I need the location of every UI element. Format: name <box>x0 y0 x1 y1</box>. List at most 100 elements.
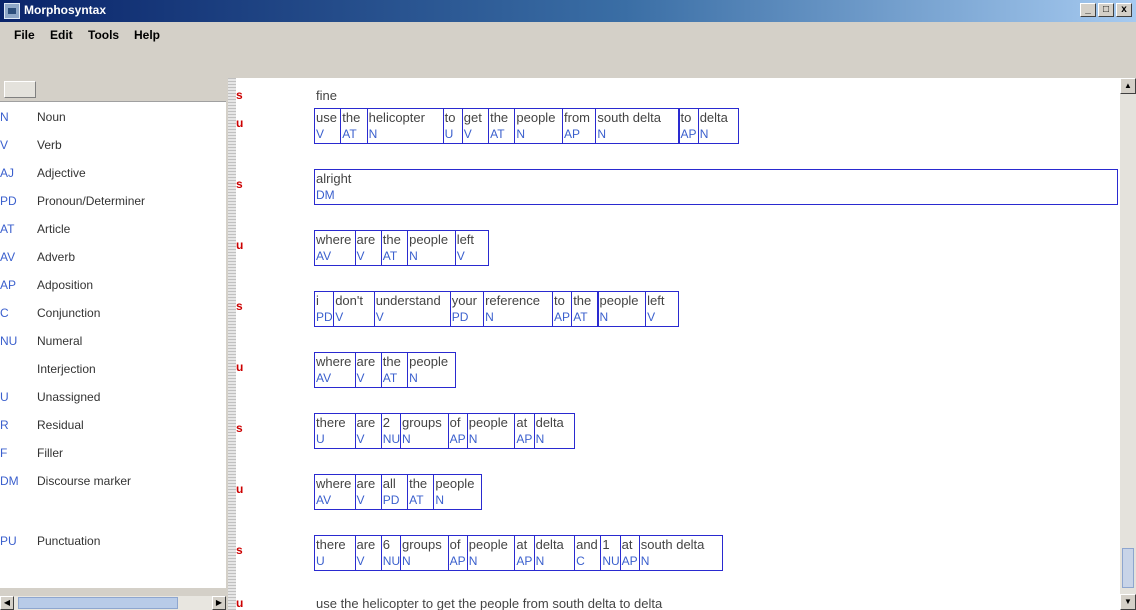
token-box[interactable]: your PD <box>449 291 485 327</box>
legend-item[interactable]: AJ Adjective <box>0 166 226 186</box>
token-box[interactable]: 6 NU <box>380 535 401 571</box>
token-box[interactable]: people N <box>466 535 516 571</box>
token-box[interactable]: i PD <box>314 291 335 327</box>
token-box[interactable]: the AT <box>380 230 409 266</box>
token-box[interactable]: where AV <box>314 352 356 388</box>
token-box[interactable]: are V <box>354 413 382 449</box>
token-box[interactable]: at AP <box>514 535 535 571</box>
token-box[interactable]: south delta N <box>595 108 680 144</box>
token-box[interactable]: 2 NU <box>380 413 401 449</box>
token-box[interactable]: at AP <box>619 535 640 571</box>
token-box[interactable]: 1 NU <box>600 535 621 571</box>
token-box[interactable]: groups N <box>400 413 449 449</box>
token-box[interactable]: the AT <box>571 291 599 327</box>
legend-item[interactable]: AT Article <box>0 222 226 242</box>
token-word: the <box>490 110 509 125</box>
token-box[interactable]: people N <box>466 413 516 449</box>
legend-item[interactable]: Interjection <box>0 362 226 382</box>
token-box[interactable]: of AP <box>447 413 468 449</box>
token-box[interactable]: to AP <box>678 108 699 144</box>
token-box[interactable]: all PD <box>380 474 409 510</box>
token-word: of <box>449 537 461 552</box>
menu-file[interactable]: File <box>14 28 35 42</box>
legend-item[interactable]: AV Adverb <box>0 250 226 270</box>
token-box[interactable]: of AP <box>447 535 468 571</box>
scroll-up-icon[interactable]: ▲ <box>1120 78 1136 94</box>
token-box[interactable]: the AT <box>488 108 516 144</box>
token-box[interactable]: get V <box>461 108 490 144</box>
panel-splitter[interactable] <box>228 78 236 610</box>
token-word: at <box>516 415 528 430</box>
token-box[interactable]: delta N <box>697 108 740 144</box>
token-box[interactable]: are V <box>354 230 382 266</box>
menu-edit[interactable]: Edit <box>50 28 73 42</box>
legend-item[interactable]: R Residual <box>0 418 226 438</box>
token-box[interactable]: at AP <box>514 413 535 449</box>
token-box[interactable]: understand V <box>373 291 451 327</box>
legend-horizontal-scrollbar[interactable]: ◀ ▶ <box>0 596 226 610</box>
token-box[interactable]: alright DM <box>314 169 1118 205</box>
token-box[interactable]: don't V <box>333 291 375 327</box>
menu-tools[interactable]: Tools <box>88 28 119 42</box>
legend-item[interactable]: U Unassigned <box>0 390 226 410</box>
pos-label: Article <box>37 222 71 236</box>
token-box[interactable]: people N <box>407 352 456 388</box>
token-box[interactable]: there U <box>314 413 356 449</box>
token-tag: AP <box>516 432 533 446</box>
token-box[interactable]: there U <box>314 535 356 571</box>
scroll-thumb[interactable] <box>1122 548 1134 588</box>
legend-item[interactable]: PU Punctuation <box>0 534 226 554</box>
close-button[interactable]: x <box>1116 3 1132 17</box>
token-tag: N <box>402 554 411 568</box>
token-box[interactable]: to AP <box>552 291 573 327</box>
legend-header-cell[interactable] <box>4 81 36 98</box>
legend-item[interactable]: AP Adposition <box>0 278 226 298</box>
token-tag: U <box>316 432 325 446</box>
token-box[interactable]: from AP <box>562 108 597 144</box>
scroll-thumb[interactable] <box>18 597 178 609</box>
token-box[interactable]: reference N <box>483 291 553 327</box>
legend-item[interactable]: PD Pronoun/Determiner <box>0 194 226 214</box>
scroll-right-icon[interactable]: ▶ <box>212 596 226 610</box>
token-box[interactable]: the AT <box>407 474 435 510</box>
token-box[interactable]: south delta N <box>638 535 723 571</box>
token-box[interactable]: helicopter N <box>366 108 444 144</box>
token-word: people <box>435 476 475 491</box>
token-box[interactable]: are V <box>354 474 382 510</box>
token-box[interactable]: left V <box>645 291 680 327</box>
token-box[interactable]: are V <box>354 535 382 571</box>
pos-label: Residual <box>37 418 84 432</box>
legend-item[interactable]: C Conjunction <box>0 306 226 326</box>
legend-item[interactable]: F Filler <box>0 446 226 466</box>
token-box[interactable]: people N <box>597 291 647 327</box>
minimize-button[interactable]: _ <box>1080 3 1096 17</box>
menu-help[interactable]: Help <box>134 28 160 42</box>
scroll-down-icon[interactable]: ▼ <box>1120 594 1136 610</box>
token-tag: NU <box>382 432 401 446</box>
token-box[interactable]: and C <box>574 535 602 571</box>
token-box[interactable]: are V <box>354 352 382 388</box>
token-box[interactable]: delta N <box>533 413 576 449</box>
legend-item[interactable]: DM Discourse marker <box>0 474 226 494</box>
pos-tag: C <box>0 306 9 320</box>
token-tag: AP <box>621 554 638 568</box>
token-box[interactable]: people N <box>433 474 482 510</box>
legend-item[interactable]: NU Numeral <box>0 334 226 354</box>
token-box[interactable]: the AT <box>340 108 368 144</box>
scroll-left-icon[interactable]: ◀ <box>0 596 14 610</box>
legend-item[interactable]: V Verb <box>0 138 226 158</box>
app-icon <box>4 3 20 19</box>
token-box[interactable]: use V <box>314 108 342 144</box>
token-box[interactable]: delta N <box>533 535 576 571</box>
token-box[interactable]: to U <box>442 108 463 144</box>
token-box[interactable]: people N <box>514 108 563 144</box>
token-box[interactable]: where AV <box>314 230 356 266</box>
token-box[interactable]: groups N <box>400 535 449 571</box>
token-box[interactable]: the AT <box>380 352 409 388</box>
token-box[interactable]: left V <box>454 230 490 266</box>
legend-item[interactable]: N Noun <box>0 110 226 130</box>
maximize-button[interactable]: □ <box>1098 3 1114 17</box>
token-box[interactable]: where AV <box>314 474 356 510</box>
transcript-vertical-scrollbar[interactable]: ▲ ▼ <box>1120 78 1136 610</box>
token-box[interactable]: people N <box>407 230 456 266</box>
